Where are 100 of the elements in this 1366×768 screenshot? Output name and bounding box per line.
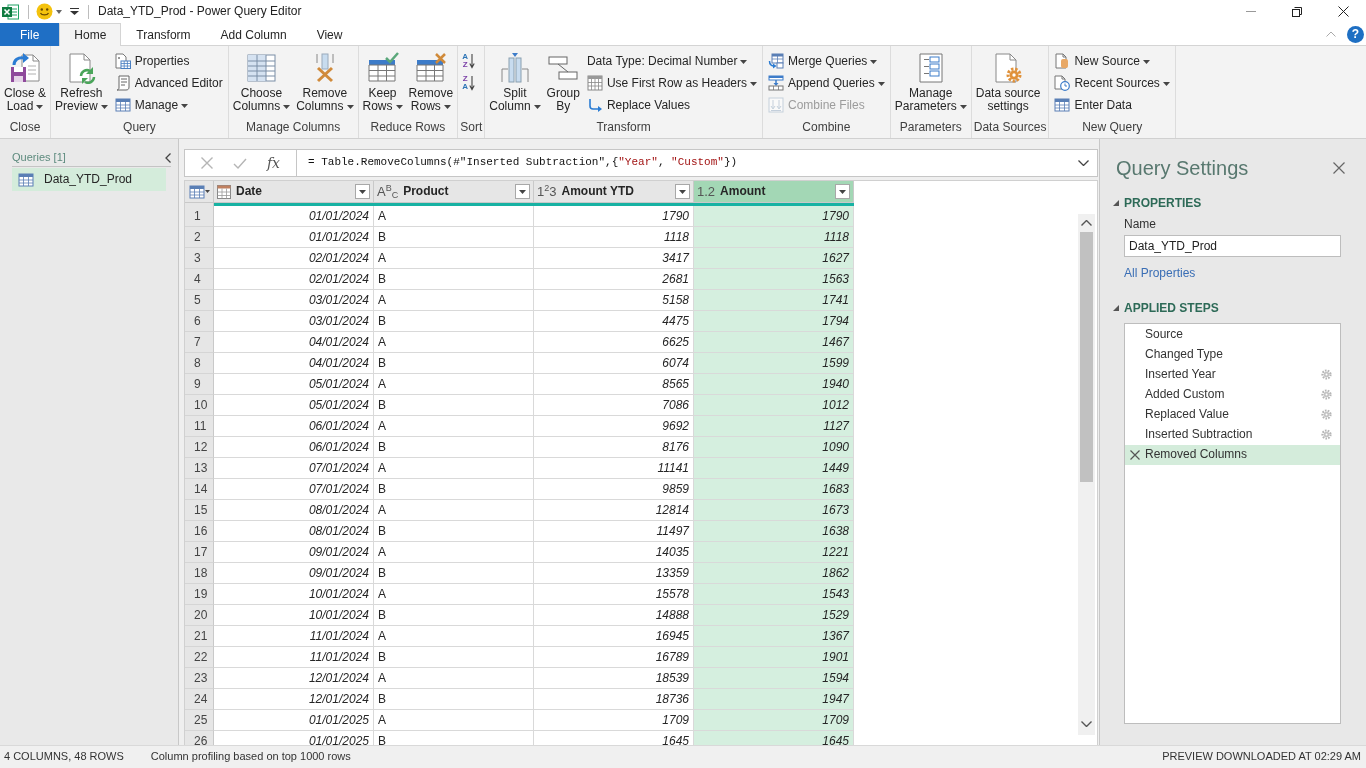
ribbon-tab[interactable]: Add Column (205, 23, 302, 46)
choose-columns-button[interactable]: Choose Columns (230, 50, 293, 113)
group-label: Close (8, 119, 42, 136)
table-cell: 10/01/2024 (214, 605, 374, 626)
table-cell: 1709 (694, 710, 854, 731)
table-cell: A (374, 332, 534, 353)
table-cell: 1940 (694, 374, 854, 395)
remove-columns-button[interactable]: Remove Columns (294, 50, 356, 113)
row-number: 22 (185, 647, 214, 668)
table-cell: 1467 (694, 332, 854, 353)
collapse-triangle-icon[interactable] (1113, 200, 1119, 207)
ribbon-tab[interactable]: Home (59, 23, 122, 46)
caret-icon[interactable] (56, 9, 62, 14)
table-cell: 1645 (694, 731, 854, 745)
vertical-scrollbar[interactable] (1078, 214, 1095, 735)
table-cell: 05/01/2024 (214, 374, 374, 395)
row-number: 12 (185, 437, 214, 458)
formula-field[interactable]: = Table.RemoveColumns(#"Inserted Subtraction",{"Year", "Custom"}) (308, 156, 1070, 170)
remove-rows-button[interactable]: Remove Rows (406, 50, 456, 113)
applied-step[interactable]: Source (1125, 324, 1340, 345)
step-name: Added Custom (1145, 387, 1226, 402)
properties-button[interactable]: Properties (111, 50, 226, 72)
split-column-button[interactable]: Split Column (487, 50, 543, 113)
column-header[interactable]: Date (214, 181, 374, 203)
keep-rows-button[interactable]: Keep Rows (360, 50, 405, 113)
applied-step[interactable]: Removed Columns (1125, 444, 1340, 465)
column-type-selector[interactable]: 1.2 (697, 183, 716, 200)
query-item[interactable]: Data_YTD_Prod (12, 168, 166, 191)
down-arrow-icon (469, 75, 475, 91)
customize-dropdown-icon[interactable] (70, 8, 79, 15)
ribbon-tab[interactable]: View (301, 23, 358, 46)
chevron-down-icon[interactable] (1078, 160, 1089, 166)
name-field[interactable]: Data_YTD_Prod (1124, 234, 1341, 257)
use-first-row-as-headers-button[interactable]: Use First Row as Headers (583, 72, 760, 94)
collapse-triangle-icon[interactable] (1113, 305, 1119, 312)
applied-step[interactable]: Added Custom (1125, 384, 1340, 405)
table-cell: A (374, 458, 534, 479)
column-name: Product (403, 184, 450, 199)
scroll-up-icon[interactable] (1081, 220, 1092, 226)
column-header[interactable]: A$^{B}$$_{C}$ Product (374, 181, 534, 203)
file-tab[interactable]: File (0, 23, 60, 46)
applied-step[interactable]: Replaced Value (1125, 404, 1340, 425)
recent-sources-button[interactable]: Recent Sources (1051, 72, 1173, 94)
table-menu-button[interactable] (189, 183, 210, 200)
table-cell: 1449 (694, 458, 854, 479)
column-header[interactable]: 1$^{2}$3 Amount YTD (534, 181, 694, 203)
table-cell: B (374, 689, 534, 710)
close-load-button[interactable]: Close & Load (2, 50, 49, 113)
help-button[interactable]: ? (1347, 25, 1364, 43)
disk-document-icon (9, 52, 41, 84)
group-by-button[interactable]: Group By (544, 50, 582, 113)
refresh-preview-button[interactable]: Refresh Preview (53, 50, 110, 113)
function-button[interactable]: fx (266, 154, 280, 172)
replace-values-button[interactable]: Replace Values (583, 94, 760, 116)
column-filter-button[interactable] (835, 184, 850, 199)
column-filter-button[interactable] (355, 184, 370, 199)
table-cell: 1673 (694, 500, 854, 521)
applied-step[interactable]: Inserted Year (1125, 364, 1340, 385)
chevron-left-icon[interactable] (165, 153, 171, 163)
row-number: 15 (185, 500, 214, 521)
group-label: Manage Columns (245, 119, 342, 136)
new-source-button[interactable]: New Source (1051, 50, 1173, 72)
table-cell: B (374, 311, 534, 332)
group-label: New Query (1081, 119, 1144, 136)
combine-files-icon (768, 97, 784, 113)
table-cell: 1367 (694, 626, 854, 647)
data-type-button[interactable]: Data Type: Decimal Number (583, 50, 760, 72)
column-filter-button[interactable] (675, 184, 690, 199)
delete-step-icon[interactable] (1130, 449, 1140, 460)
data-source-settings-button[interactable]: Data source settings (973, 50, 1043, 113)
applied-step[interactable]: Changed Type (1125, 344, 1340, 365)
table-cell: 1563 (694, 269, 854, 290)
manage-button[interactable]: Manage (111, 94, 226, 116)
append-queries-button[interactable]: Append Queries (765, 72, 888, 94)
scroll-down-icon[interactable] (1081, 721, 1092, 727)
advanced-editor-button[interactable]: Advanced Editor (111, 72, 226, 94)
column-filter-button[interactable] (515, 184, 530, 199)
column-header[interactable]: 1.2 Amount (694, 181, 854, 203)
manage-parameters-button[interactable]: Manage Parameters (892, 50, 969, 113)
table-cell: A (374, 710, 534, 731)
sort-descending-button[interactable]: Z A (460, 72, 477, 94)
merge-queries-button[interactable]: Merge Queries (765, 50, 888, 72)
smiley-icon[interactable] (36, 3, 53, 20)
table-cell: B (374, 353, 534, 374)
check-icon[interactable] (232, 157, 247, 169)
sort-ascending-button[interactable]: A Z (460, 50, 477, 72)
ribbon-tab[interactable]: Transform (121, 23, 206, 46)
table-cell: 1594 (694, 668, 854, 689)
table-cell: 09/01/2024 (214, 563, 374, 584)
enter-data-button[interactable]: Enter Data (1051, 94, 1173, 116)
all-properties-link[interactable]: All Properties (1124, 265, 1196, 281)
row-number: 1 (185, 206, 214, 227)
applied-step[interactable]: Inserted Subtraction (1125, 424, 1340, 445)
row-number: 6 (185, 311, 214, 332)
scrollbar-thumb[interactable] (1080, 232, 1093, 482)
row-number: 18 (185, 563, 214, 584)
calendar-icon[interactable] (217, 184, 231, 199)
column-type-selector[interactable]: 1$^{2}$3 (537, 183, 557, 200)
close-icon[interactable] (1333, 162, 1345, 174)
table-cell: 1741 (694, 290, 854, 311)
